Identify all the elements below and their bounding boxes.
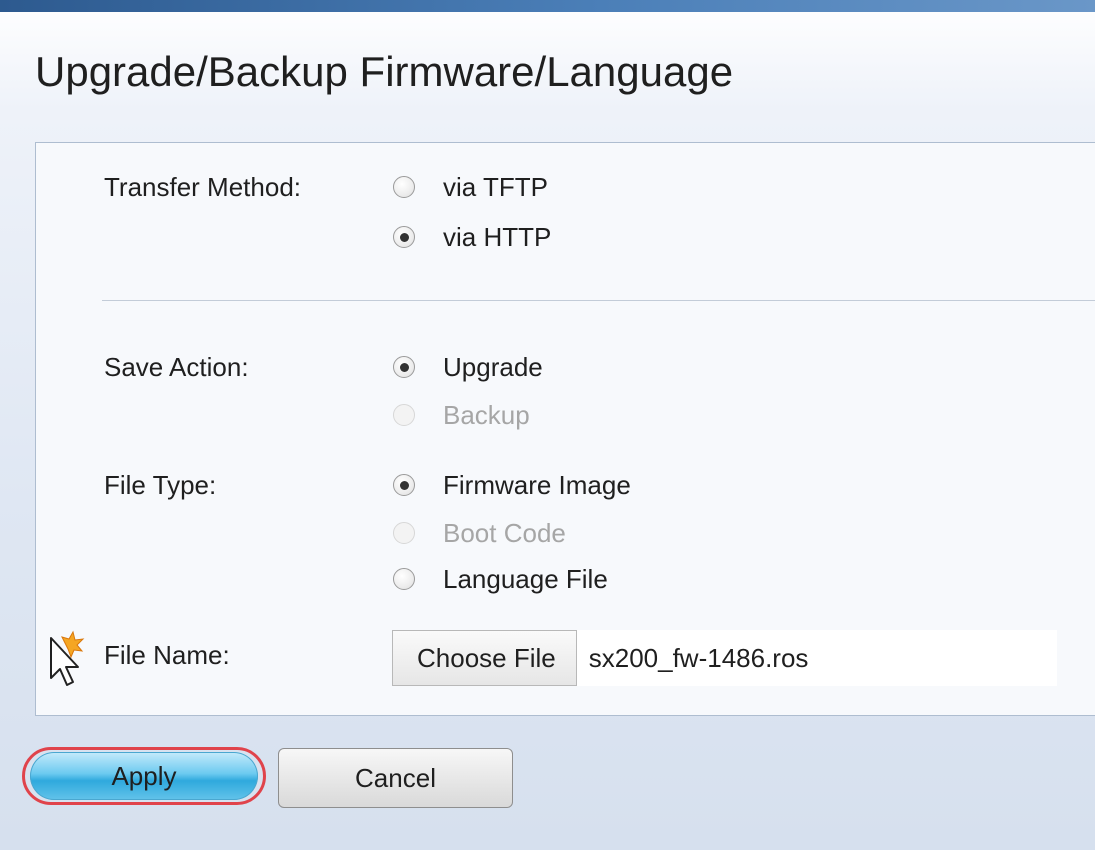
radio-label: via TFTP [443, 171, 548, 202]
radio-label: via HTTP [443, 221, 552, 252]
radio-button-disabled [393, 522, 415, 544]
radio-button[interactable] [393, 568, 415, 590]
radio-button[interactable] [393, 176, 415, 198]
radio-label: Firmware Image [443, 469, 631, 500]
radio-label: Upgrade [443, 351, 543, 382]
radio-option-via-http[interactable]: via HTTP [393, 220, 551, 254]
radio-option-backup: Backup [393, 398, 530, 432]
radio-option-boot-code: Boot Code [393, 516, 566, 550]
radio-button-selected[interactable] [393, 226, 415, 248]
radio-label: Language File [443, 563, 608, 594]
apply-button[interactable]: Apply [30, 752, 258, 800]
radio-dot [399, 362, 409, 372]
file-type-label: File Type: [104, 470, 217, 500]
transfer-method-label: Transfer Method: [104, 172, 302, 202]
choose-file-button[interactable]: Choose File [392, 630, 577, 686]
radio-dot [399, 480, 409, 490]
radio-button-disabled [393, 404, 415, 426]
radio-option-via-tftp[interactable]: via TFTP [393, 170, 548, 204]
pointer-cursor-icon [50, 630, 85, 686]
header-bar [0, 0, 1095, 12]
radio-dot [399, 232, 409, 242]
selected-file-name: sx200_fw-1486.ros [588, 642, 809, 673]
radio-option-language-file[interactable]: Language File [393, 562, 608, 596]
radio-label: Boot Code [443, 517, 566, 548]
radio-option-firmware-image[interactable]: Firmware Image [393, 468, 631, 502]
page-title: Upgrade/Backup Firmware/Language [35, 48, 734, 95]
cancel-button[interactable]: Cancel [278, 748, 513, 808]
radio-option-upgrade[interactable]: Upgrade [393, 350, 543, 384]
radio-button-selected[interactable] [393, 356, 415, 378]
radio-button-selected[interactable] [393, 474, 415, 496]
file-name-label: File Name: [104, 640, 230, 670]
file-input[interactable]: Choose File sx200_fw-1486.ros [392, 630, 1057, 686]
save-action-label: Save Action: [104, 352, 249, 382]
radio-label: Backup [443, 399, 530, 430]
section-divider [102, 300, 1095, 301]
